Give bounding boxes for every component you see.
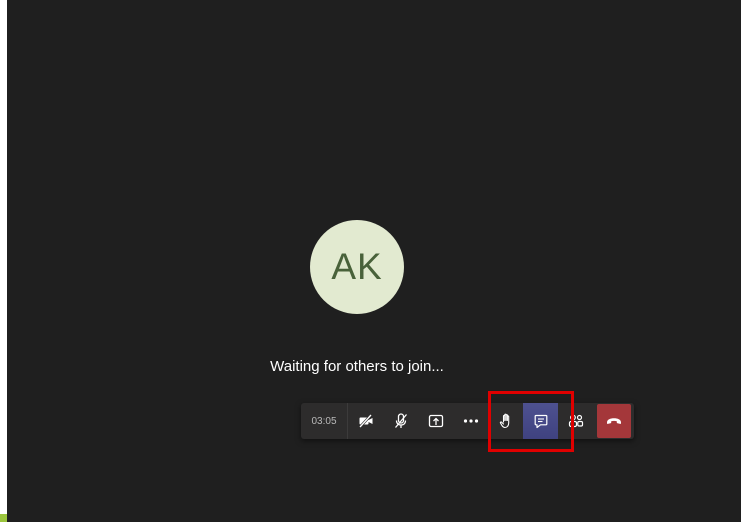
people-icon	[568, 414, 583, 428]
raise-hand-button[interactable]	[488, 403, 523, 439]
camera-off-icon	[358, 414, 372, 428]
chat-icon	[534, 414, 547, 428]
hand-icon	[499, 413, 509, 429]
participants-button[interactable]	[558, 403, 593, 439]
hang-up-icon	[607, 418, 621, 424]
leave-call-button[interactable]	[597, 404, 631, 438]
mic-off-icon	[394, 413, 407, 428]
share-screen-button[interactable]	[418, 403, 453, 439]
more-dots-icon	[463, 419, 478, 423]
call-timer: 03:05	[301, 403, 348, 439]
chat-button[interactable]	[523, 403, 558, 439]
left-edge-strip	[0, 514, 7, 522]
camera-toggle-button[interactable]	[348, 403, 383, 439]
more-actions-button[interactable]	[453, 403, 488, 439]
mic-toggle-button[interactable]	[383, 403, 418, 439]
meeting-stage: AK Waiting for others to join... 03:05	[7, 0, 741, 522]
share-tray-icon	[428, 414, 443, 427]
participant-avatar: AK	[310, 220, 404, 314]
call-control-bar: 03:05	[301, 403, 634, 439]
avatar-initials: AK	[331, 246, 383, 287]
waiting-status: Waiting for others to join...	[270, 358, 444, 375]
